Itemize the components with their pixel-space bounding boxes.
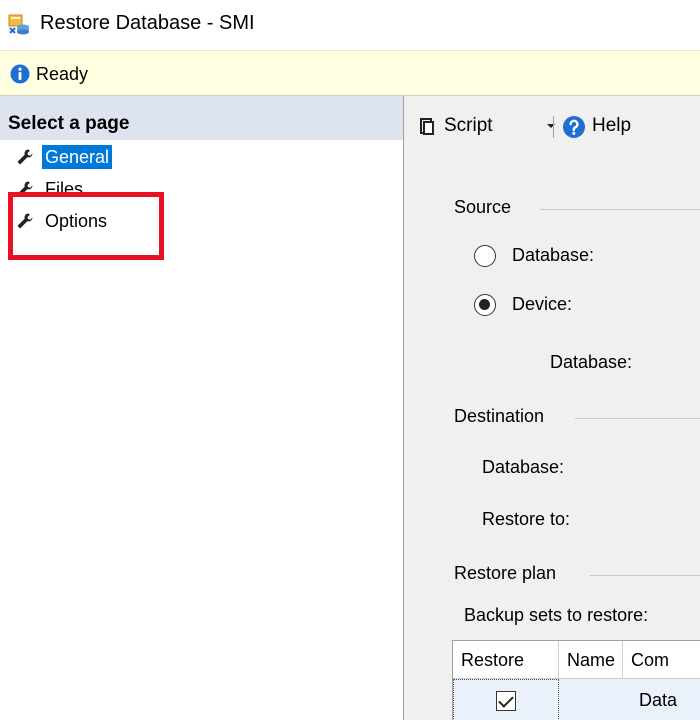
source-database-label: Database: [550,352,633,372]
column-header-name[interactable]: Name [559,641,623,679]
database-radio[interactable] [474,245,496,267]
restore-plan-group-line [590,575,700,576]
help-button[interactable]: Help [562,113,652,141]
help-label: Help [592,115,632,136]
script-icon [420,118,434,135]
restore-plan-group-label: Restore plan [454,563,567,584]
database-radio-label: Database: [512,245,595,265]
page-item-general[interactable]: General [0,142,300,172]
toolbar: Script Help [404,96,700,156]
status-text: Ready [36,64,89,84]
grid-header: Restore Name Com [453,641,700,679]
component-cell: Data [639,690,678,710]
chevron-down-icon[interactable] [544,117,558,135]
page-item-label: General [42,145,113,169]
name-cell [559,679,623,720]
column-header-restore[interactable]: Restore [453,641,559,679]
backup-sets-label: Backup sets to restore: [464,605,649,625]
help-icon [563,116,585,138]
device-radio-label: Device: [512,294,573,314]
table-row[interactable]: Data [453,679,700,720]
restore-cell[interactable] [453,679,559,720]
device-radio[interactable] [474,294,496,316]
column-header-component[interactable]: Com [623,641,700,679]
destination-database-label: Database: [482,457,565,477]
destination-group-line [575,418,700,419]
restore-to-label: Restore to: [482,509,571,529]
source-group-label: Source [454,197,522,218]
info-icon [10,64,30,84]
title-bar: Restore Database - SMI [0,0,700,50]
script-button[interactable]: Script [416,113,566,141]
script-label: Script [444,115,493,136]
restore-checkbox[interactable] [496,691,516,711]
window-title: Restore Database - SMI [40,12,255,34]
page-selector-title: Select a page [8,113,130,134]
source-group-line [540,209,700,210]
page-selector-panel: Select a page General Files Options [0,96,404,720]
backup-sets-grid[interactable]: Restore Name Com Data [452,640,700,720]
status-bar: Ready [0,50,700,96]
page-selector-header: Select a page [0,96,403,140]
destination-group-label: Destination [454,406,555,427]
toolbar-separator [553,116,554,138]
restore-database-icon [8,14,29,35]
annotation-highlight-box [8,192,164,260]
wrench-icon [17,149,33,165]
